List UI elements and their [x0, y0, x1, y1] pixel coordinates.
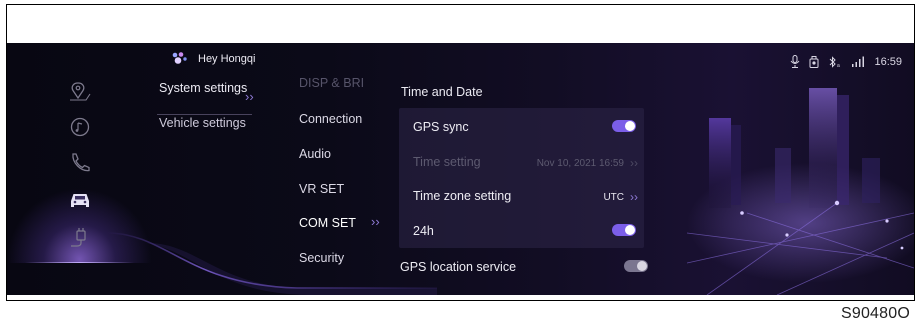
- submenu-connection[interactable]: Connection: [299, 112, 362, 126]
- microphone-icon[interactable]: [790, 55, 800, 68]
- car-icon[interactable]: [67, 189, 93, 211]
- gps-location-label: GPS location service: [400, 260, 517, 274]
- phone-icon[interactable]: [67, 151, 93, 173]
- time-setting-date: Nov 10, 2021 16:59: [536, 157, 624, 169]
- clock-time: 16:59: [874, 55, 902, 68]
- gps-sync-toggle[interactable]: [612, 120, 636, 132]
- time-zone-value[interactable]: UTC ››: [603, 190, 638, 204]
- chevron-right-icon: ››: [245, 89, 254, 104]
- chevron-right-icon: ››: [630, 156, 638, 170]
- submenu-security[interactable]: Security: [299, 251, 344, 265]
- infotainment-screen: a 16:59 Hey Hongqi System settings ›› Ve…: [7, 43, 914, 295]
- hongqi-logo-icon: [172, 52, 187, 64]
- submenu-disp-bri[interactable]: DISP & BRI: [299, 76, 364, 90]
- bluetooth-icon: a: [830, 55, 840, 68]
- format-24h-toggle[interactable]: [612, 224, 636, 236]
- chevron-right-icon: ››: [371, 214, 380, 229]
- figure-code: S90480O: [840, 305, 910, 322]
- city-decoration: [687, 88, 914, 295]
- section-title: Time and Date: [401, 85, 483, 99]
- recorder-icon: [809, 55, 819, 68]
- time-zone-label: Time zone setting: [413, 189, 512, 203]
- category-divider: [157, 114, 252, 115]
- svg-text:a: a: [837, 63, 840, 68]
- navigation-icon[interactable]: [67, 81, 93, 103]
- status-bar: a 16:59: [790, 55, 902, 68]
- time-setting-label: Time setting: [413, 155, 481, 169]
- gps-sync-label: GPS sync: [413, 120, 469, 134]
- submenu-com-set[interactable]: COM SET: [299, 216, 356, 230]
- media-icon[interactable]: [67, 116, 93, 138]
- voice-assistant[interactable]: Hey Hongqi: [170, 52, 255, 65]
- time-zone-text: UTC: [603, 191, 624, 203]
- charging-icon[interactable]: [67, 226, 93, 248]
- voice-assistant-label: Hey Hongqi: [198, 52, 256, 65]
- submenu-audio[interactable]: Audio: [299, 147, 331, 161]
- left-navigation-rail: [7, 43, 157, 295]
- time-setting-value[interactable]: Nov 10, 2021 16:59 ››: [537, 156, 638, 170]
- signal-icon: [852, 56, 865, 67]
- format-24h-label: 24h: [413, 224, 434, 238]
- category-vehicle-settings[interactable]: Vehicle settings: [159, 116, 249, 130]
- chevron-right-icon: ››: [630, 190, 638, 204]
- category-system-settings[interactable]: System settings: [159, 81, 249, 95]
- gps-location-toggle[interactable]: [624, 260, 648, 272]
- submenu-vr-set[interactable]: VR SET: [299, 182, 344, 196]
